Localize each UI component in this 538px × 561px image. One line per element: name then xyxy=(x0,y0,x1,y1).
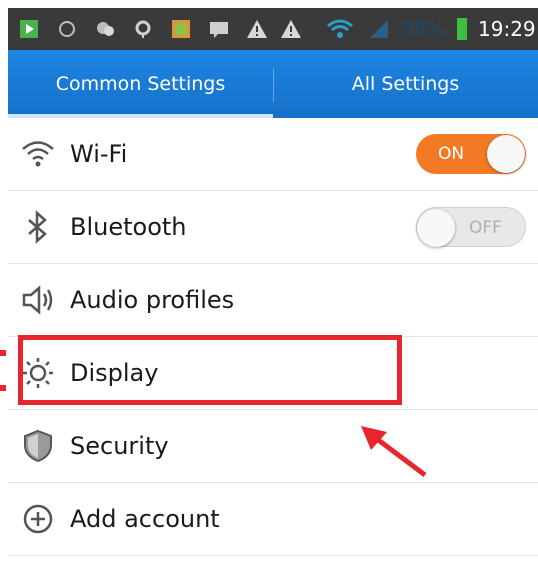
bluetooth-toggle[interactable]: OFF xyxy=(416,207,526,247)
settings-item-audio-profiles[interactable]: Audio profiles xyxy=(8,264,538,337)
settings-item-label: Wi-Fi xyxy=(70,140,128,168)
wifi-icon xyxy=(22,141,54,167)
speaker-icon xyxy=(22,285,53,315)
settings-item-label: Security xyxy=(70,432,169,460)
sync-icon xyxy=(59,21,75,37)
toggle-state: OFF xyxy=(469,218,502,238)
tab-common-settings[interactable]: Common Settings xyxy=(8,50,273,118)
bluetooth-icon xyxy=(28,210,47,244)
annotation-mark xyxy=(0,350,6,356)
annotation-mark xyxy=(0,385,6,391)
settings-item-bluetooth[interactable]: Bluetooth OFF xyxy=(8,191,538,264)
tab-bar: Common Settings All Settings xyxy=(8,50,538,118)
gallery-icon xyxy=(172,20,190,38)
settings-item-label: Add account xyxy=(70,505,220,533)
status-bar: 98% 19:29 xyxy=(8,8,538,50)
tab-all-settings[interactable]: All Settings xyxy=(273,50,538,118)
shield-icon xyxy=(24,429,52,463)
annotation-arrow xyxy=(361,426,427,477)
wifi-signal-icon xyxy=(327,19,353,38)
app-icon xyxy=(20,20,38,38)
toggle-knob xyxy=(417,209,455,247)
settings-item-label: Bluetooth xyxy=(70,213,187,241)
battery-icon xyxy=(457,18,467,40)
warning-icon xyxy=(247,20,267,38)
cell-signal-icon xyxy=(370,20,388,38)
settings-item-security[interactable]: Security xyxy=(8,410,538,483)
chat-icon xyxy=(97,22,114,36)
settings-item-add-account[interactable]: Add account xyxy=(8,483,538,556)
toggle-knob xyxy=(487,135,525,173)
toggle-state: ON xyxy=(438,144,465,164)
clock: 19:29 xyxy=(478,17,536,41)
wifi-toggle[interactable]: ON xyxy=(416,134,526,174)
add-circle-icon xyxy=(23,504,53,534)
battery-percent: 98% xyxy=(402,18,445,40)
location-icon xyxy=(135,20,151,38)
settings-item-wifi[interactable]: Wi-Fi ON xyxy=(8,118,538,191)
settings-item-label: Audio profiles xyxy=(70,286,235,314)
display-highlight-box xyxy=(18,335,402,405)
warning-icon xyxy=(281,20,301,38)
message-icon xyxy=(210,22,228,38)
